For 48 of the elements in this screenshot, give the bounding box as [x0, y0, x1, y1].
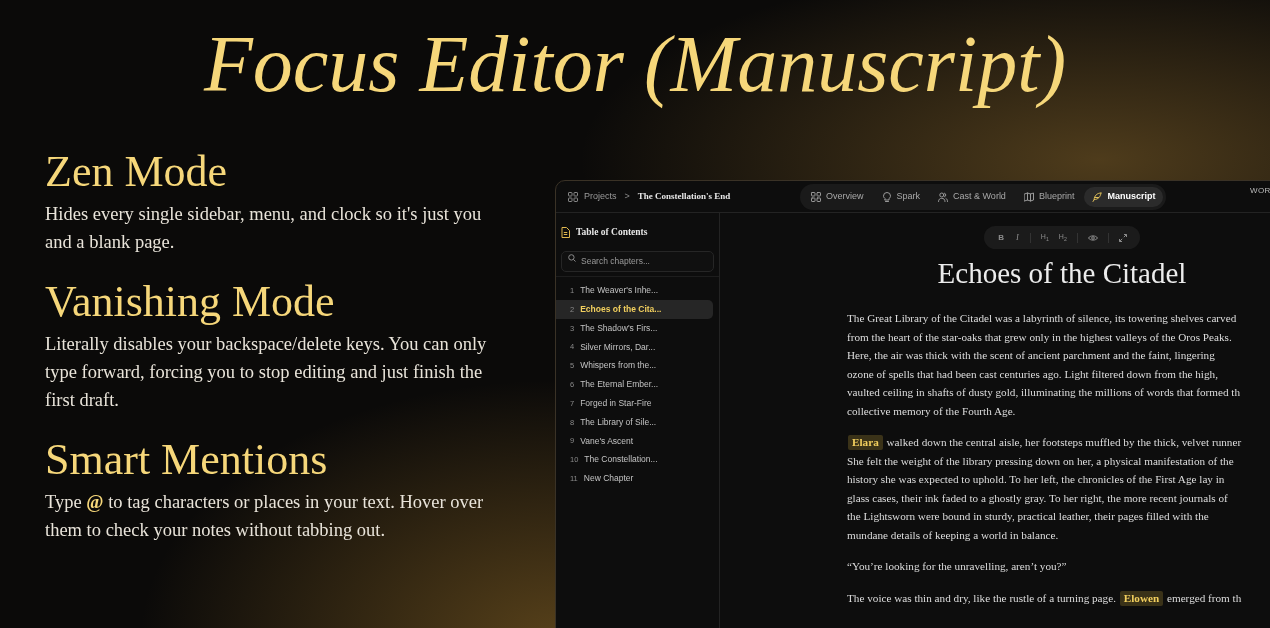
- chapter-title: The Library of Sile...: [580, 415, 657, 429]
- feature-title: Vanishing Mode: [45, 276, 336, 328]
- chapter-title: The Weaver's Inhe...: [580, 284, 659, 297]
- chapter-title: The Shadow's Firs...: [580, 321, 658, 335]
- nav-tab[interactable]: Cast & World: [930, 187, 1014, 207]
- mention-tag[interactable]: Elowen: [1119, 590, 1164, 606]
- chapter-title: Silver Mirrors, Dar...: [580, 340, 656, 354]
- grid-icon: [811, 192, 821, 202]
- feature-title: Smart Mentions: [45, 434, 329, 486]
- expand-icon[interactable]: [1118, 233, 1127, 242]
- feature-title: Zen Mode: [45, 146, 229, 198]
- nav-tab[interactable]: Blueprint: [1015, 187, 1083, 207]
- sidebar-title: Table of Contents: [576, 226, 648, 239]
- feature-description: Hides every single sidebar, menu, and clock so it's just you and a blank page.: [45, 203, 483, 254]
- feature-description: Literally disables your backspace/delete keys. You can only type forward, forcing you to stop editing and just finish the first draft.: [45, 333, 488, 412]
- document-icon: [561, 226, 570, 238]
- manuscript-paragraph: Elara walked down the central aisle, her footsteps muffled by the thick, velvet runner She felt the weight of the library pressing down on her, a physical manifestation of the history she was expected to uphold. To her left, the chronicles of the First Age lay in glass cases, their ink faded to a ghostly gray. To her right, the more recent journals of the Lightsworn were bound in sturdy, practical leather, their pages filled with the mundane details of keeping a world in balance.: [847, 434, 1243, 543]
- italic-button[interactable]: I: [1012, 231, 1023, 244]
- manuscript-paragraph: The voice was thin and dry, like the rustle of a turning page. Elowen emerged from th: [847, 589, 1243, 607]
- breadcrumb-link[interactable]: Projects: [584, 189, 617, 204]
- eye-icon[interactable]: [1087, 233, 1098, 242]
- chapter-title: Vane's Ascent: [580, 434, 634, 448]
- map-icon: [1023, 192, 1034, 202]
- chapter-title: Echoes of the Citadel: [936, 256, 1188, 291]
- nav-tab[interactable]: Manuscript: [1084, 187, 1164, 207]
- mention-tag[interactable]: Elara: [848, 435, 883, 450]
- bold-button[interactable]: B: [994, 231, 1008, 244]
- chapter-title: The Eternal Ember...: [580, 378, 659, 391]
- nav-tab[interactable]: Overview: [803, 187, 872, 207]
- grid-icon: [568, 191, 578, 202]
- feather-icon: [1092, 192, 1103, 202]
- chapter-title: New Chapter: [583, 472, 634, 485]
- manuscript-paragraph: “You’re looking for the unravelling, aren’t you?”: [847, 559, 1068, 574]
- toolbar-label: WOR: [1250, 185, 1270, 197]
- users-icon: [938, 192, 949, 202]
- chapter-title: Forged in Star-Fire: [580, 397, 652, 410]
- search-icon: [568, 253, 576, 262]
- project-name: The Constellation's End: [637, 189, 731, 203]
- lightbulb-icon: [881, 192, 892, 202]
- page-title: Focus Editor (Manuscript): [202, 19, 1068, 110]
- chapter-title: Whispers from the...: [580, 359, 657, 373]
- nav-tab[interactable]: Spark: [873, 187, 929, 207]
- breadcrumb-separator: >: [624, 189, 630, 203]
- manuscript-paragraph: The Great Library of the Citadel was a labyrinth of silence, its towering shelves carved from the heart of the star-oaks that grew only in the highest valleys of the Oros Peaks. Here, the air was thick with the scent of ancient parchment and the faint, lingering ozone of spells that had been cast centuries ago. Light filtered down from the high, vaulted ceiling in shafts of dusty gold, illuminating the millions of words that formed th collective memory of the Fourth Age.: [847, 311, 1242, 419]
- chapter-title: Echoes of the Cita...: [580, 303, 662, 316]
- search-field[interactable]: Search chapters...: [561, 250, 714, 272]
- feature-description: Type @ to tag characters or places in your text. Hover over them to check your notes without tabbing out.: [45, 491, 485, 542]
- chapter-title: The Constellation...: [584, 453, 658, 467]
